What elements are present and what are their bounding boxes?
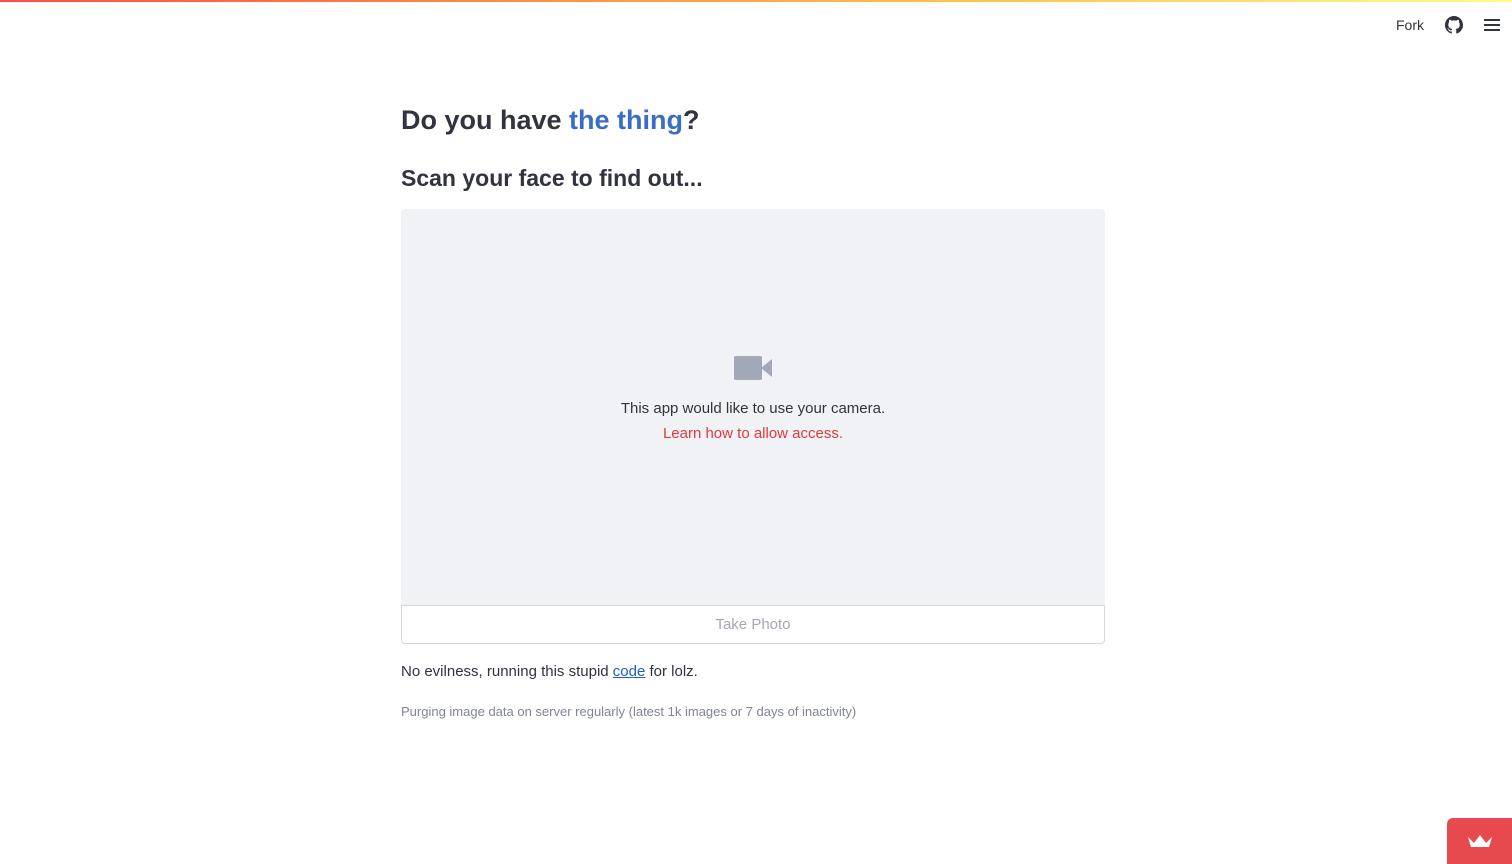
header-decoration-bar [0, 0, 1512, 2]
fork-button[interactable]: Fork [1396, 17, 1424, 33]
camera-input[interactable]: This app would like to use your camera. … [401, 209, 1105, 605]
code-link[interactable]: code [613, 663, 646, 680]
streamlit-badge[interactable] [1447, 818, 1512, 864]
video-camera-icon [734, 356, 772, 380]
purge-caption: Purging image data on server regularly (… [401, 704, 857, 719]
take-photo-button[interactable]: Take Photo [401, 605, 1105, 644]
github-icon[interactable] [1444, 15, 1464, 35]
learn-access-link[interactable]: Learn how to allow access. [663, 425, 843, 442]
hamburger-menu-icon[interactable] [1482, 15, 1502, 35]
title-suffix: ? [683, 105, 700, 135]
page-subtitle: Scan your face to find out... [401, 165, 703, 191]
disclaimer-suffix: for lolz. [645, 663, 698, 680]
page-title: Do you have the thing? [401, 100, 700, 140]
title-prefix: Do you have [401, 105, 570, 135]
disclaimer-text: No evilness, running this stupid code fo… [401, 662, 698, 682]
camera-permission-message: This app would like to use your camera. [620, 400, 886, 417]
header-toolbar: Fork [1396, 10, 1502, 40]
crown-icon [1467, 835, 1492, 847]
title-accent: the thing [569, 105, 684, 135]
disclaimer-prefix: No evilness, running this stupid [401, 663, 613, 680]
